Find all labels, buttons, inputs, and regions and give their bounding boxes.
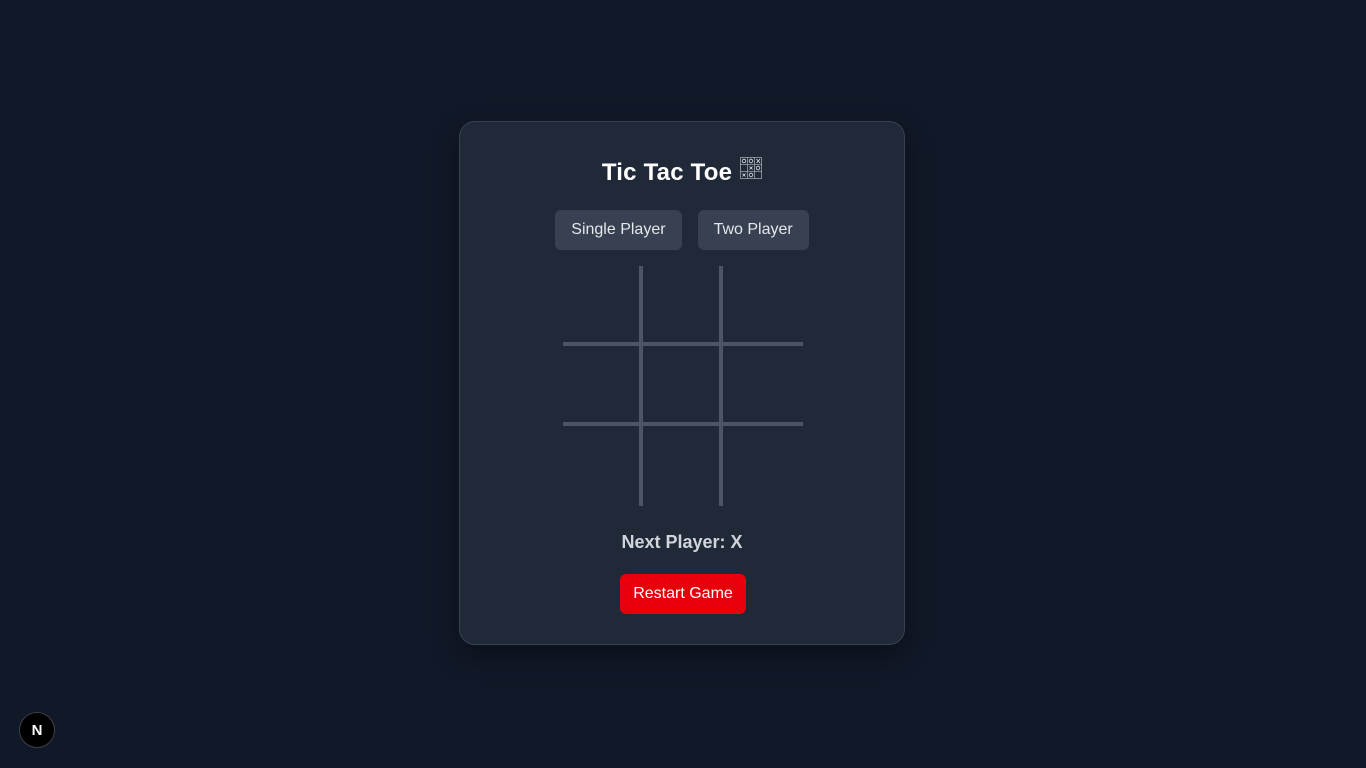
board-cell-1[interactable] bbox=[563, 266, 643, 346]
board-cell-3[interactable] bbox=[723, 266, 803, 346]
title-row: Tic Tac Toe bbox=[460, 152, 904, 192]
restart-game-button[interactable]: Restart Game bbox=[620, 574, 746, 614]
board-cell-4[interactable] bbox=[563, 346, 643, 426]
game-board bbox=[563, 266, 803, 506]
board-cell-5[interactable] bbox=[643, 346, 723, 426]
dev-badge-letter: N bbox=[31, 721, 43, 739]
mode-selector: Single Player Two Player bbox=[460, 210, 904, 250]
status-text: Next Player: X bbox=[621, 532, 743, 552]
board-cell-2[interactable] bbox=[643, 266, 723, 346]
board-cell-9[interactable] bbox=[723, 426, 803, 506]
board-cell-8[interactable] bbox=[643, 426, 723, 506]
page-title: Tic Tac Toe bbox=[601, 159, 733, 186]
board-cell-6[interactable] bbox=[723, 346, 803, 426]
board-cell-7[interactable] bbox=[563, 426, 643, 506]
single-player-button[interactable]: Single Player bbox=[555, 210, 682, 250]
game-card: Tic Tac Toe Single Player Two Player Nex… bbox=[459, 121, 905, 645]
tic-tac-toe-grid-icon bbox=[740, 157, 763, 179]
two-player-button[interactable]: Two Player bbox=[697, 210, 809, 250]
nextjs-logo-icon[interactable]: N bbox=[19, 712, 55, 748]
